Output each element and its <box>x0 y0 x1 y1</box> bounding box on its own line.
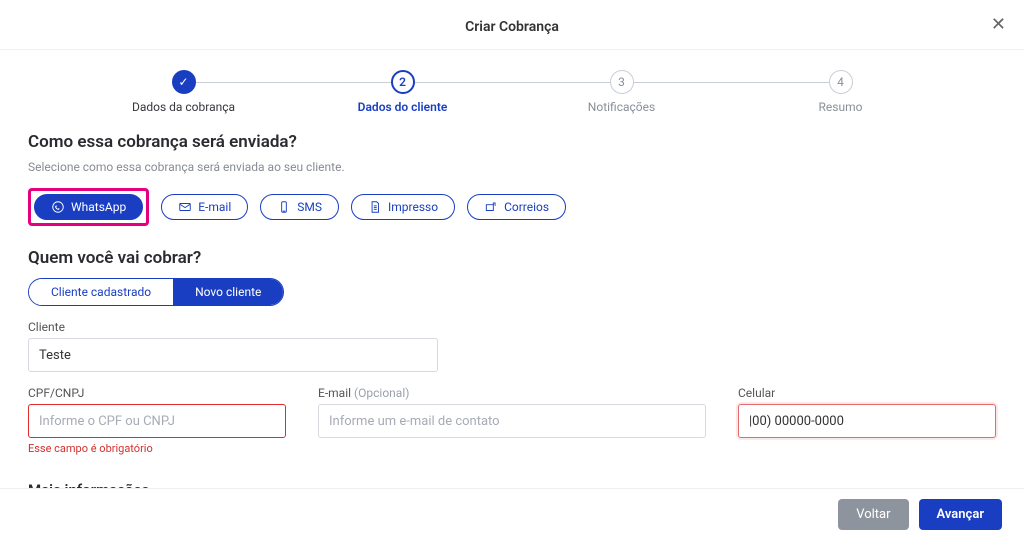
highlight-annotation: WhatsApp <box>28 188 149 226</box>
who-heading: Quem você vai cobrar? <box>28 248 996 268</box>
step-dados-cliente[interactable]: 2 Dados do cliente <box>293 70 512 114</box>
step-dados-cobranca[interactable]: ✓ Dados da cobrança <box>74 70 293 114</box>
channel-label: Correios <box>504 200 549 214</box>
footer: Voltar Avançar <box>0 488 1024 540</box>
phone-icon <box>277 200 291 214</box>
cpf-input[interactable] <box>28 404 286 438</box>
channel-correios[interactable]: Correios <box>467 194 566 220</box>
channel-email[interactable]: E-mail <box>161 194 248 220</box>
email-label: E-mail (Opcional) <box>318 386 706 400</box>
close-icon[interactable]: ✕ <box>991 14 1006 35</box>
stepper: ✓ Dados da cobrança 2 Dados do cliente 3… <box>74 70 950 114</box>
cpf-label: CPF/CNPJ <box>28 386 286 400</box>
step-label: Dados da cobrança <box>132 100 235 114</box>
channel-label: SMS <box>297 200 322 214</box>
channel-label: E-mail <box>198 200 231 214</box>
modal-title: Criar Cobrança <box>465 19 559 35</box>
step-number: 2 <box>391 70 415 94</box>
celular-input[interactable] <box>738 404 996 438</box>
send-hint: Selecione como essa cobrança será enviad… <box>28 160 996 174</box>
back-button[interactable]: Voltar <box>838 499 908 530</box>
step-number: 3 <box>610 70 634 94</box>
step-label: Notificações <box>588 100 655 114</box>
channel-sms[interactable]: SMS <box>260 194 339 220</box>
tab-cliente-cadastrado[interactable]: Cliente cadastrado <box>29 279 173 305</box>
step-resumo[interactable]: 4 Resumo <box>731 70 950 114</box>
step-notificacoes[interactable]: 3 Notificações <box>512 70 731 114</box>
cliente-input[interactable] <box>28 338 438 372</box>
cpf-error: Esse campo é obrigatório <box>28 442 286 455</box>
send-heading: Como essa cobrança será enviada? <box>28 132 996 152</box>
cliente-label: Cliente <box>28 320 438 334</box>
channel-impresso[interactable]: Impresso <box>351 194 455 220</box>
document-icon <box>368 200 382 214</box>
email-input[interactable] <box>318 404 706 438</box>
check-icon: ✓ <box>172 70 196 94</box>
mailbox-icon <box>484 200 498 214</box>
next-button[interactable]: Avançar <box>919 499 1002 530</box>
step-number: 4 <box>829 70 853 94</box>
tab-novo-cliente[interactable]: Novo cliente <box>173 279 283 305</box>
client-toggle: Cliente cadastrado Novo cliente <box>28 278 284 306</box>
celular-label: Celular <box>738 386 996 400</box>
channel-label: WhatsApp <box>71 200 126 214</box>
step-label: Resumo <box>819 100 863 114</box>
channel-label: Impresso <box>388 200 438 214</box>
channel-whatsapp[interactable]: WhatsApp <box>34 194 143 220</box>
whatsapp-icon <box>51 200 65 214</box>
step-label: Dados do cliente <box>358 100 448 114</box>
mail-icon <box>178 200 192 214</box>
